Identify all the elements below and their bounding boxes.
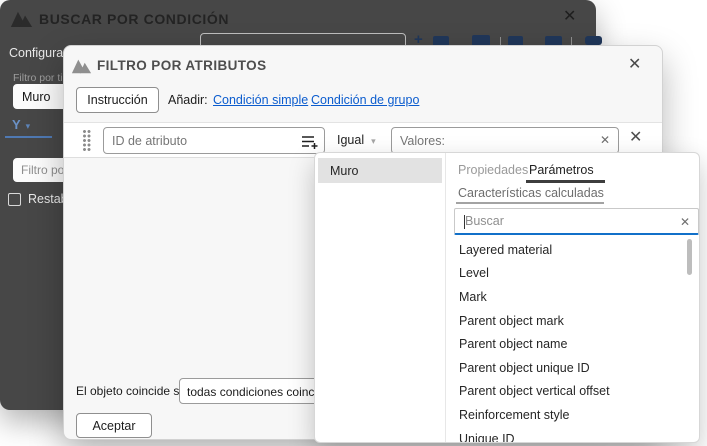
tab-propiedades[interactable]: Propiedades (458, 163, 528, 177)
remove-condition-icon[interactable]: ✕ (629, 127, 642, 147)
save-as-icon[interactable] (508, 36, 523, 45)
operator-dropdown[interactable]: Igual ▾ (337, 131, 376, 149)
attribute-picker-popup: Muro Propiedades Parámetros Característi… (314, 152, 700, 443)
attribute-id-field[interactable] (103, 127, 325, 154)
attribute-list-item[interactable]: Parent object vertical offset (456, 380, 686, 404)
open-folder-icon[interactable] (433, 36, 449, 45)
chevron-down-icon: ▾ (371, 136, 376, 146)
attribute-list-item[interactable]: Reinforcement style (456, 403, 686, 427)
values-input[interactable] (392, 128, 618, 153)
attribute-list-item[interactable]: Layered material (456, 238, 686, 262)
attribute-id-input[interactable] (104, 128, 324, 153)
trimble-logo-icon (71, 59, 92, 74)
clear-icon[interactable]: ✕ (600, 133, 610, 147)
chevron-down-icon: ▾ (25, 121, 31, 131)
search-field[interactable]: ✕ (454, 208, 699, 235)
screenshot-stage: BUSCAR POR CONDICIÓN ✕ + Configuración F… (0, 0, 707, 446)
dialog-title: FILTRO POR ATRIBUTOS (97, 58, 267, 73)
search-input[interactable] (455, 209, 698, 233)
close-icon[interactable]: ✕ (563, 6, 576, 26)
attribute-list-item[interactable]: Mark (456, 285, 686, 309)
match-label: El objeto coincide si (76, 384, 183, 398)
delete-icon[interactable] (585, 36, 602, 45)
values-field[interactable]: ✕ (391, 127, 619, 154)
window-title: BUSCAR POR CONDICIÓN (39, 11, 230, 27)
operator-underline (5, 136, 52, 138)
toolbar-separator (500, 37, 501, 45)
drag-handle-icon[interactable] (83, 130, 92, 151)
close-icon[interactable]: ✕ (628, 54, 641, 74)
save-copy-icon[interactable] (545, 36, 562, 45)
boolean-operator-value: Y (12, 117, 21, 132)
instruction-button[interactable]: Instrucción (76, 87, 159, 113)
attribute-list: Layered material Level Mark Parent object m… (456, 238, 686, 442)
trimble-logo-icon (10, 11, 33, 27)
column-divider (445, 153, 446, 442)
boolean-operator-dropdown[interactable]: Y ▾ (12, 117, 30, 132)
category-list: Muro (318, 158, 442, 183)
operator-value: Igual (337, 133, 365, 147)
subtab-caracteristicas-calculadas[interactable]: Características calculadas (458, 186, 604, 200)
subtab-underline (456, 202, 604, 204)
reset-checkbox[interactable] (8, 193, 21, 206)
attribute-list-item[interactable]: Unique ID (456, 427, 686, 442)
save-icon[interactable] (472, 35, 490, 45)
toolbar-separator (571, 37, 572, 45)
attribute-list-item[interactable]: Parent object unique ID (456, 356, 686, 380)
accept-button[interactable]: Aceptar (76, 413, 152, 438)
attribute-list-item[interactable]: Parent object name (456, 332, 686, 356)
pick-attribute-list-icon[interactable] (301, 133, 319, 151)
text-caret (464, 215, 465, 229)
active-tab-underline (526, 180, 605, 183)
attribute-list-item[interactable]: Parent object mark (456, 309, 686, 333)
clear-search-icon[interactable]: ✕ (680, 215, 690, 229)
attribute-list-item[interactable]: Level (456, 262, 686, 286)
add-group-condition-link[interactable]: Condición de grupo (311, 93, 419, 107)
add-label: Añadir: (168, 93, 208, 107)
tab-parametros[interactable]: Parámetros (529, 163, 594, 177)
category-item-selected[interactable]: Muro (318, 158, 442, 183)
add-simple-condition-link[interactable]: Condición simple (213, 93, 308, 107)
scrollbar-thumb[interactable] (687, 239, 692, 275)
